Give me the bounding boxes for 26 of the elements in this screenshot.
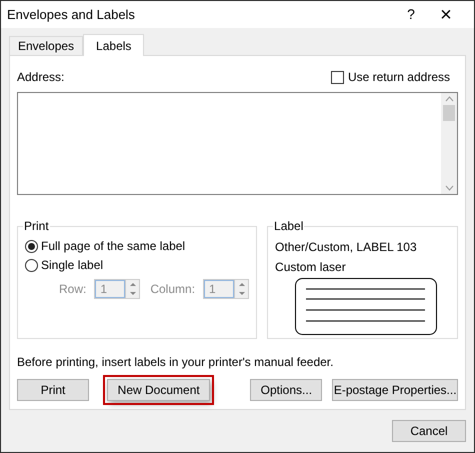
checkbox-label[interactable]: Use return address — [348, 68, 450, 86]
radio-label[interactable]: Full page of the same label — [41, 237, 186, 255]
tab[interactable]: Envelopes — [9, 36, 84, 55]
close-button[interactable]: × — [426, 4, 466, 24]
address-label: Address: — [17, 69, 64, 86]
radio-button[interactable] — [25, 240, 38, 252]
checkbox[interactable] — [330, 70, 344, 84]
help-button[interactable]: ? — [396, 4, 426, 25]
radio-button[interactable] — [25, 258, 38, 272]
dialog-button[interactable]: Options... — [250, 379, 322, 401]
address-field[interactable] — [17, 92, 458, 195]
dialog-button[interactable]: E-postage Properties... — [332, 379, 458, 401]
tab[interactable]: Labels — [83, 34, 144, 56]
field-label: Column: — [150, 281, 196, 298]
dialog-button[interactable]: Print — [17, 379, 90, 401]
group-title: Label — [273, 218, 304, 235]
group-title: Print — [23, 218, 50, 235]
cancel-button[interactable]: Cancel — [392, 420, 466, 442]
window-title: Envelopes and Labels — [7, 6, 136, 24]
printing-note: Before printing, insert labels in your printer's manual feeder. — [17, 354, 334, 371]
field-label: Row: — [59, 281, 86, 298]
label-type: Custom laser — [275, 259, 347, 276]
label-name: Other/Custom, LABEL 103 — [275, 239, 418, 256]
scrollbar-thumb[interactable] — [443, 105, 455, 121]
radio-label[interactable]: Single label — [41, 256, 104, 274]
scrollbar[interactable] — [441, 93, 457, 194]
